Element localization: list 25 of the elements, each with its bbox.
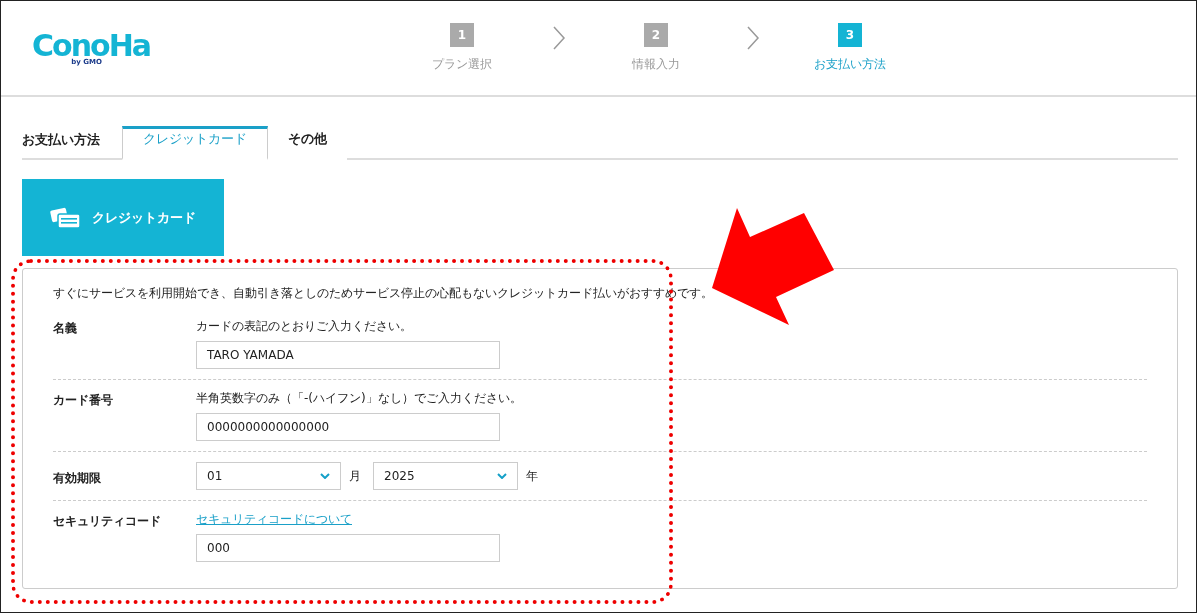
input-field[interactable]: TARO YAMADA <box>196 341 500 369</box>
input-field[interactable]: 000 <box>196 534 500 562</box>
month-unit: 月 <box>349 467 361 485</box>
year-unit: 年 <box>526 467 538 485</box>
field-label: セキュリティコード <box>53 513 162 530</box>
step-label: お支払い方法 <box>814 56 886 73</box>
caret-icon <box>320 473 330 479</box>
field-label: 有効期限 <box>53 470 102 487</box>
credit-card-icon <box>50 206 82 229</box>
chevron-right-icon <box>552 25 566 51</box>
step-number: 1 <box>450 23 474 47</box>
step-label: プラン選択 <box>432 56 492 73</box>
chevron-right-icon <box>746 25 760 51</box>
input-field[interactable]: 0000000000000000 <box>196 413 500 441</box>
field-hint: カードの表記のとおりご入力ください。 <box>196 318 413 335</box>
month-select[interactable]: 01 <box>196 462 341 490</box>
step-number: 3 <box>838 23 862 47</box>
field-label: 名義 <box>53 320 78 337</box>
caret-icon <box>497 473 507 479</box>
step-label: 情報入力 <box>632 56 680 73</box>
section-title: お支払い方法 <box>22 131 101 149</box>
step-number: 2 <box>644 23 668 47</box>
field-hint: 半角英数字のみ（「-(ハイフン)」なし）でご入力ください。 <box>196 390 522 407</box>
year-select[interactable]: 2025 <box>373 462 518 490</box>
field-label: カード番号 <box>53 392 114 409</box>
